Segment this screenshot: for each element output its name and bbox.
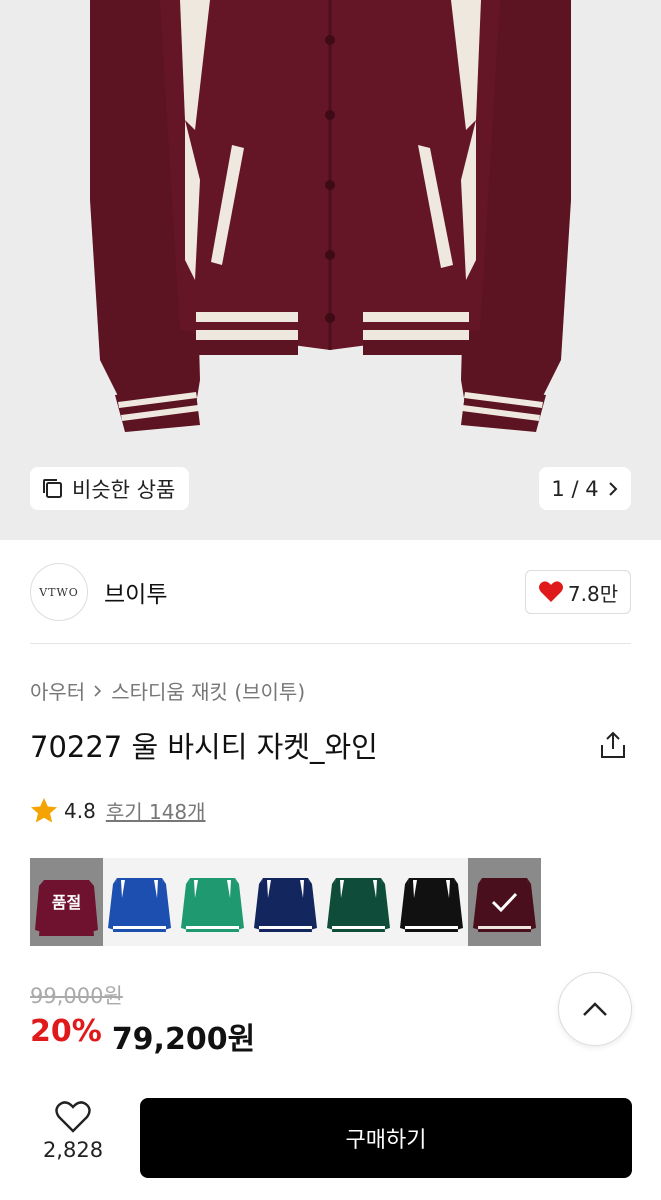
chevron-right-icon (94, 684, 102, 697)
breadcrumb-category[interactable]: 아우터 (30, 676, 85, 705)
jacket-thumb (327, 878, 390, 932)
product-title: 70227 울 바시티 자켓_와인 (30, 730, 378, 764)
discount-rate: 20% (30, 1014, 102, 1049)
breadcrumb-subcategory[interactable]: 스타디움 재킷 (브이투) (111, 676, 305, 705)
soldout-label: 품절 (51, 893, 82, 912)
swatch-dark-green[interactable] (322, 858, 395, 946)
jacket-thumb (181, 878, 244, 932)
reviews-link[interactable]: 후기 148개 (106, 796, 206, 825)
similar-products-label: 비슷한 상품 (72, 477, 176, 502)
breadcrumb: 아우터 스타디움 재킷 (브이투) (30, 676, 305, 705)
star-icon (31, 798, 57, 823)
scroll-top-button[interactable] (558, 972, 632, 1046)
rating-row: 4.8 후기 148개 (30, 796, 206, 825)
brand-row: VTWO 브이투 7.8만 (30, 562, 631, 622)
swatch-wine-selected[interactable] (468, 858, 541, 946)
chevron-right-icon (608, 481, 617, 496)
brand-logo-text: VTWO (39, 585, 79, 599)
image-pager[interactable]: 1 / 4 (539, 467, 631, 510)
share-button[interactable] (598, 730, 628, 764)
chevron-up-icon (583, 1002, 607, 1016)
swatch-navy[interactable] (249, 858, 322, 946)
swatch-blue[interactable] (103, 858, 176, 946)
jacket-thumb (108, 878, 171, 932)
divider (30, 643, 631, 644)
pager-text: 1 / 4 (551, 476, 599, 501)
wishlist-button[interactable]: 2,828 (30, 1100, 116, 1176)
brand-name[interactable]: 브이투 (104, 575, 167, 609)
jacket-thumb (473, 878, 536, 932)
jacket-thumb (254, 878, 317, 932)
original-price: 99,000원 (30, 984, 123, 1008)
wishlist-count: 2,828 (42, 1138, 104, 1162)
swatch-wine-soldout[interactable]: 품절 (30, 858, 103, 946)
brand-logo[interactable]: VTWO (30, 563, 88, 621)
rating-score: 4.8 (64, 798, 96, 823)
heart-filled-icon (538, 581, 563, 602)
swatch-green[interactable] (176, 858, 249, 946)
buy-button-label: 구매하기 (345, 1128, 427, 1153)
brand-like-count: 7.8만 (567, 581, 619, 606)
product-image[interactable]: 비슷한 상품 1 / 4 (0, 0, 661, 540)
jacket-illustration (90, 0, 571, 432)
share-icon (601, 731, 625, 758)
sale-row: 20% 79,200원 (30, 1014, 255, 1058)
jacket-thumb (400, 878, 463, 932)
color-swatches: 품절 (30, 858, 541, 946)
swatch-black[interactable] (395, 858, 468, 946)
brand-like-button[interactable]: 7.8만 (525, 570, 631, 614)
similar-products-button[interactable]: 비슷한 상품 (30, 467, 190, 510)
sale-price: 79,200원 (111, 1022, 256, 1057)
heart-outline-icon (55, 1101, 91, 1133)
buy-button[interactable]: 구매하기 (140, 1098, 632, 1178)
copy-icon (43, 478, 62, 498)
